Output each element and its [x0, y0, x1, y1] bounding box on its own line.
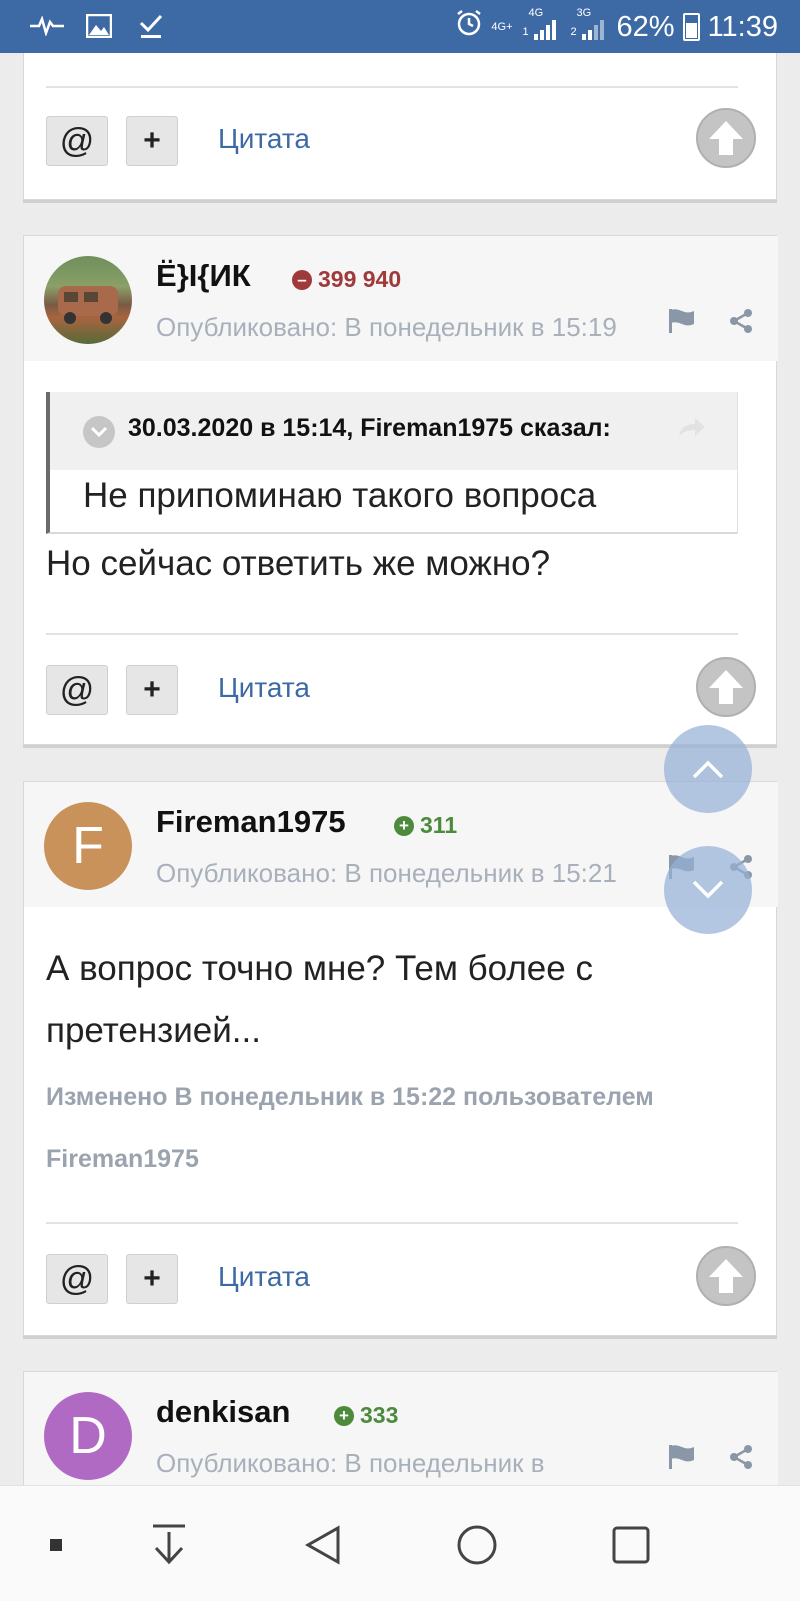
published-date[interactable]: Опубликовано: В понедельник в 15:21	[156, 852, 626, 895]
avatar-letter: F	[72, 817, 104, 875]
quote-text: Не припоминаю такого вопроса	[83, 476, 597, 515]
alarm-icon	[455, 9, 483, 45]
reputation-badge: + 311	[394, 812, 457, 839]
post-divider	[46, 86, 738, 88]
go-to-quote-icon[interactable]	[677, 416, 707, 443]
chevron-down-icon	[692, 880, 724, 899]
plus-icon: +	[394, 815, 414, 836]
post-header: D denkisan + 333 Опубликовано: В понедел…	[24, 1372, 778, 1485]
quote-header: 30.03.2020 в 15:14, Fireman1975 сказал:	[50, 392, 737, 470]
multiquote-button[interactable]: +	[126, 665, 178, 715]
post-message: А вопрос точно мне? Тем более с претензи…	[46, 949, 593, 1050]
minus-icon: –	[292, 269, 312, 290]
upvote-button[interactable]	[696, 108, 756, 168]
reputation-badge: + 333	[334, 1402, 398, 1429]
author-name[interactable]: Ё}I{ИК	[156, 258, 251, 294]
post-divider	[46, 1222, 738, 1224]
author-name[interactable]: Fireman1975	[156, 804, 346, 840]
quote-citation[interactable]: 30.03.2020 в 15:14, Fireman1975 сказал:	[128, 414, 611, 443]
reputation-badge: – 399 940	[292, 266, 401, 293]
quote-link[interactable]: Цитата	[218, 1261, 310, 1293]
post-actions: @ + Цитата	[46, 657, 756, 723]
post-header-tools	[668, 1444, 754, 1475]
report-flag-icon[interactable]	[668, 308, 696, 339]
reputation-value: 311	[420, 812, 458, 838]
battery-icon	[682, 13, 700, 41]
signal-sim2-icon: 3G 2	[569, 8, 609, 42]
plus-icon: +	[334, 1405, 354, 1426]
post-header-tools	[668, 308, 754, 339]
post-card: F Fireman1975 + 311 Опубликовано: В поне…	[23, 781, 778, 1336]
nav-home-icon[interactable]	[447, 1520, 507, 1570]
post-divider	[46, 633, 738, 635]
quote-link[interactable]: Цитата	[218, 123, 310, 155]
post-actions: @ + Цитата	[46, 1246, 756, 1312]
post-actions: @ + Цитата	[46, 108, 756, 174]
scroll-bottom-button[interactable]	[664, 846, 752, 934]
post-message: Но сейчас ответить же можно?	[46, 544, 551, 583]
signal-sim1-icon: 4G 1	[521, 8, 561, 42]
reputation-value: 333	[360, 1402, 399, 1428]
author-name[interactable]: denkisan	[156, 1394, 290, 1430]
published-date[interactable]: Опубликовано: В понедельник в	[156, 1442, 626, 1485]
published-date[interactable]: Опубликовано: В понедельник в 15:19	[156, 306, 626, 349]
chevron-down-icon[interactable]	[83, 416, 115, 448]
clock: 11:39	[707, 10, 778, 43]
avatar[interactable]: F	[44, 802, 132, 890]
reputation-value: 399 940	[318, 266, 402, 292]
avatar-letter: D	[69, 1407, 107, 1465]
share-icon[interactable]	[728, 308, 754, 339]
post-card-previous: @ + Цитата	[23, 53, 777, 200]
topic-page[interactable]: @ + Цитата Ё}I{ИК – 399 940 Опубликовано…	[0, 53, 800, 1485]
download-done-icon	[134, 10, 168, 42]
avatar[interactable]: D	[44, 1392, 132, 1480]
quote-block: 30.03.2020 в 15:14, Fireman1975 сказал: …	[46, 392, 738, 534]
post-card: D denkisan + 333 Опубликовано: В понедел…	[23, 1371, 778, 1485]
multiquote-button[interactable]: +	[126, 116, 178, 166]
nav-notification-dot[interactable]	[26, 1520, 86, 1570]
quote-link[interactable]: Цитата	[218, 672, 310, 704]
status-bar: 4G+ 4G 1 3G 2 62% 11:39	[0, 0, 800, 53]
arrow-up-icon	[709, 1259, 743, 1293]
mention-button[interactable]: @	[46, 665, 108, 715]
arrow-up-icon	[709, 670, 743, 704]
upvote-button[interactable]	[696, 1246, 756, 1306]
share-icon[interactable]	[728, 1444, 754, 1475]
chevron-up-icon	[692, 760, 724, 779]
nav-back-icon[interactable]	[293, 1520, 353, 1570]
post-header: Ё}I{ИК – 399 940 Опубликовано: В понедел…	[24, 236, 778, 361]
report-flag-icon[interactable]	[668, 1444, 696, 1475]
upvote-button[interactable]	[696, 657, 756, 717]
scroll-top-button[interactable]	[664, 725, 752, 813]
nav-recents-icon[interactable]	[601, 1520, 661, 1570]
image-icon	[82, 10, 116, 42]
post-card: Ё}I{ИК – 399 940 Опубликовано: В понедел…	[23, 235, 778, 745]
mention-button[interactable]: @	[46, 116, 108, 166]
network-4g-plus: 4G+	[491, 20, 513, 33]
mention-button[interactable]: @	[46, 1254, 108, 1304]
activity-icon	[30, 10, 64, 42]
avatar[interactable]	[44, 256, 132, 344]
edited-note: Изменено В понедельник в 15:22 пользоват…	[46, 1083, 654, 1173]
multiquote-button[interactable]: +	[126, 1254, 178, 1304]
nav-download-icon[interactable]	[139, 1520, 199, 1570]
arrow-up-icon	[709, 121, 743, 155]
system-navigation-bar	[0, 1485, 800, 1601]
battery-percent: 62%	[616, 10, 675, 43]
